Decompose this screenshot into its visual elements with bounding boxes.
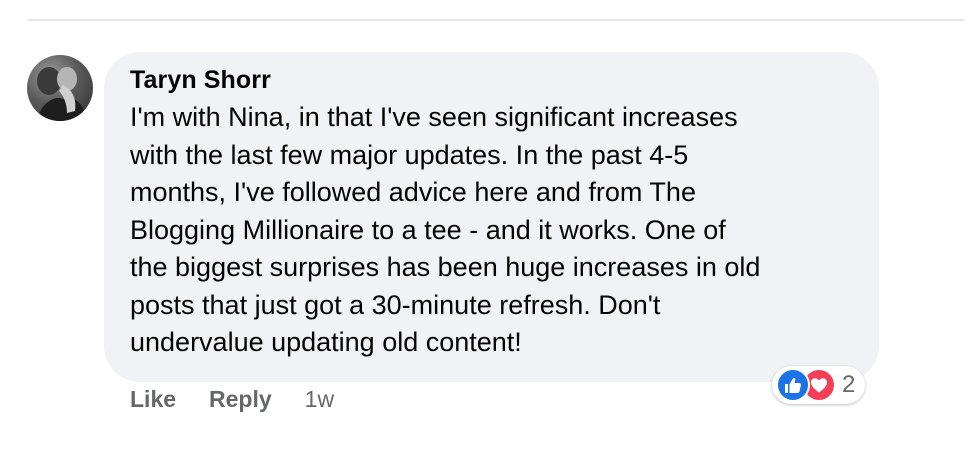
reply-button[interactable]: Reply xyxy=(209,386,272,413)
reactions-summary[interactable]: 2 xyxy=(772,366,866,404)
reaction-count: 2 xyxy=(842,371,856,398)
comment-actions: Like Reply 1w xyxy=(130,386,334,413)
avatar-photo xyxy=(37,67,87,121)
comment-text: I'm with Nina, in that I've seen signifi… xyxy=(130,102,761,357)
comment-author[interactable]: Taryn Shorr xyxy=(130,66,271,95)
avatar[interactable] xyxy=(27,55,93,121)
top-divider xyxy=(28,19,964,21)
like-button[interactable]: Like xyxy=(130,386,176,413)
like-icon xyxy=(776,368,810,402)
comment-timestamp[interactable]: 1w xyxy=(305,386,334,413)
